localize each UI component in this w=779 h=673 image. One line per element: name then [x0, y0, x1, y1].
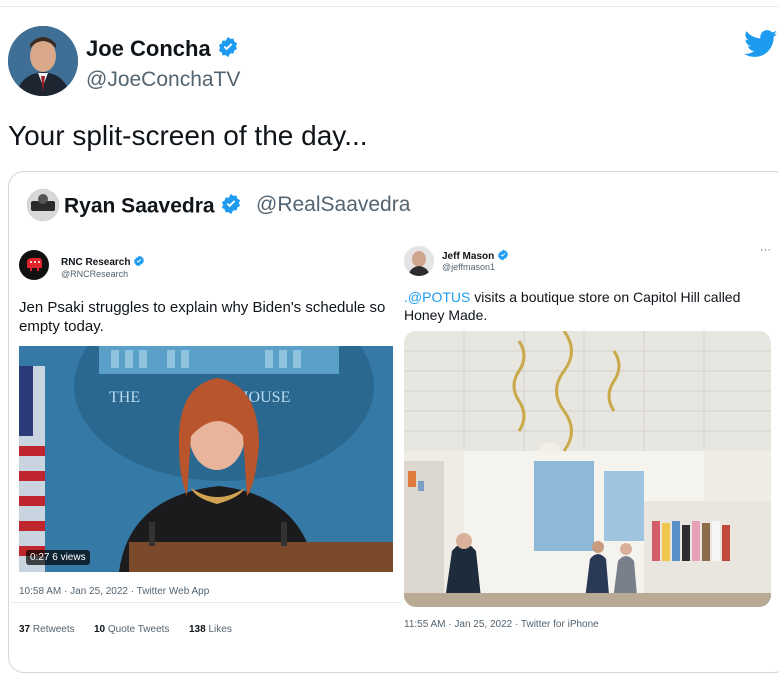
potus-mention-link[interactable]: .@POTUS — [404, 289, 470, 305]
quote-count: 10 — [94, 624, 106, 635]
quoted-author-name[interactable]: Ryan Saavedra — [64, 193, 242, 221]
boutique-store-photo[interactable] — [404, 331, 771, 607]
rnc-author-handle[interactable]: @RNCResearch — [61, 269, 128, 279]
author-avatar[interactable] — [8, 26, 78, 96]
retweets-count: 37 — [19, 624, 31, 635]
jeff-author-name-text[interactable]: Jeff Mason — [442, 251, 494, 262]
author-name[interactable]: Joe Concha — [86, 36, 239, 64]
retweets-label: Retweets — [32, 624, 75, 635]
scene-wall-text-left: THE — [109, 389, 140, 406]
jeff-mason-avatar[interactable] — [404, 246, 434, 276]
video-views: 6 views — [52, 552, 86, 563]
quote-tweets-stat[interactable]: 10 Quote Tweets — [94, 624, 169, 635]
video-duration-badge: 0:27 6 views — [26, 550, 90, 565]
video-duration: 0:27 — [30, 552, 50, 563]
tweet-text: Your split-screen of the day... — [8, 120, 368, 151]
rnc-author-name[interactable]: RNC Research — [61, 255, 145, 270]
quoted-author-name-text[interactable]: Ryan Saavedra — [64, 195, 215, 218]
twitter-bird-icon[interactable] — [744, 30, 778, 63]
verified-badge-icon — [133, 255, 145, 270]
jeff-author-handle[interactable]: @jeffmason1 — [442, 262, 495, 272]
rnc-tweet-text: Jen Psaki struggles to explain why Biden… — [19, 299, 386, 335]
quoted-author-avatar[interactable] — [27, 189, 59, 221]
likes-stat[interactable]: 138 Likes — [189, 624, 232, 635]
stats-divider — [10, 602, 402, 603]
author-name-text[interactable]: Joe Concha — [86, 36, 211, 61]
quote-label: Quote Tweets — [107, 624, 170, 635]
verified-badge-icon — [497, 249, 509, 264]
author-handle[interactable]: @JoeConchaTV — [86, 68, 240, 92]
rnc-elephant-icon[interactable] — [19, 250, 49, 280]
retweets-stat[interactable]: 37 Retweets — [19, 624, 75, 635]
top-divider — [0, 6, 779, 7]
jeff-tweet-text: .@POTUS visits a boutique store on Capit… — [404, 288, 772, 324]
more-options-icon[interactable]: ··· — [760, 244, 771, 256]
likes-label: Likes — [208, 624, 232, 635]
likes-count: 138 — [189, 624, 206, 635]
verified-badge-icon — [220, 193, 242, 221]
quoted-author-handle[interactable]: @RealSaavedra — [256, 193, 410, 217]
rnc-author-name-text[interactable]: RNC Research — [61, 257, 130, 268]
rnc-timestamp[interactable]: 10:58 AM · Jan 25, 2022 · Twitter Web Ap… — [19, 586, 209, 597]
verified-badge-icon — [217, 36, 239, 64]
briefing-video[interactable]: THE HOUSE — [19, 346, 393, 572]
jeff-timestamp[interactable]: 11:55 AM · Jan 25, 2022 · Twitter for iP… — [404, 619, 599, 630]
